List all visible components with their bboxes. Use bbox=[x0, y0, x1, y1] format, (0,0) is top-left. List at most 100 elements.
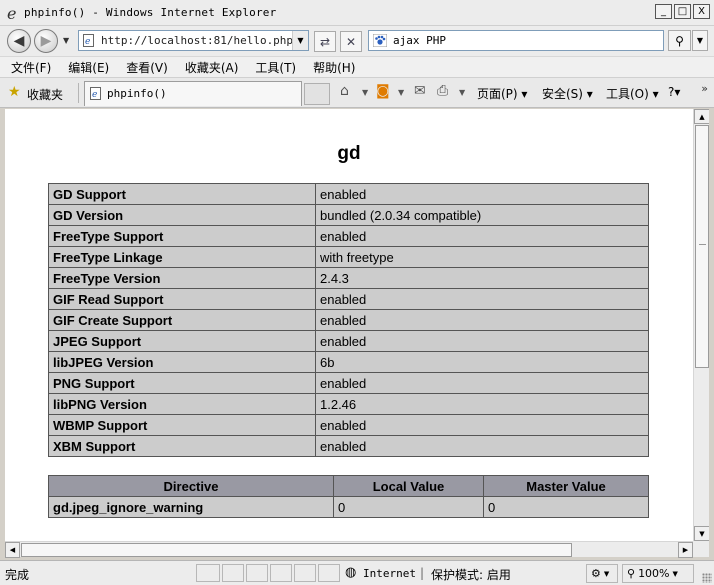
print-icon[interactable]: ⎙ bbox=[437, 84, 448, 98]
setting-value: enabled bbox=[315, 225, 649, 247]
resize-grip-icon[interactable] bbox=[702, 573, 712, 583]
table-row: GD Version bundled (2.0.34 compatible) bbox=[48, 204, 649, 226]
menu-help[interactable]: 帮助(H) bbox=[313, 59, 355, 76]
scroll-up-icon[interactable]: ▲ bbox=[694, 109, 710, 124]
add-ons-icon: ⚙ bbox=[591, 567, 601, 580]
address-url[interactable]: http://localhost:81/hello.php bbox=[101, 34, 293, 47]
safety-menu-button[interactable]: 安全(S) ▾ bbox=[542, 85, 593, 102]
menu-file[interactable]: 文件(F) bbox=[11, 59, 51, 76]
tools-menu-button[interactable]: 工具(O) ▾ bbox=[606, 85, 659, 102]
table-row: GIF Create Support enabled bbox=[48, 309, 649, 331]
setting-name: GD Version bbox=[48, 204, 316, 226]
setting-name: libPNG Version bbox=[48, 393, 316, 415]
setting-value: enabled bbox=[315, 288, 649, 310]
table-row: libPNG Version 1.2.46 bbox=[48, 393, 649, 415]
status-panel bbox=[246, 564, 268, 582]
feed-dropdown-icon[interactable]: ▼ bbox=[398, 89, 404, 97]
setting-name: WBMP Support bbox=[48, 414, 316, 436]
horizontal-scrollbar[interactable]: ◀ ▶ bbox=[5, 541, 693, 558]
zoom-dropdown-icon: ▼ bbox=[672, 569, 678, 578]
search-input[interactable]: ajax PHP bbox=[393, 34, 446, 47]
zoom-magnifier-icon: ⚲ bbox=[627, 567, 636, 580]
local-value: 0 bbox=[333, 496, 484, 518]
maximize-button[interactable]: □ bbox=[674, 4, 691, 19]
page-icon: e bbox=[90, 87, 101, 100]
scroll-left-icon[interactable]: ◀ bbox=[5, 542, 20, 558]
add-ons-button[interactable]: ⚙ ▼ bbox=[586, 564, 618, 583]
setting-value: 2.4.3 bbox=[315, 267, 649, 289]
status-panel bbox=[196, 564, 220, 582]
print-dropdown-icon[interactable]: ▼ bbox=[459, 89, 465, 97]
table-row: PNG Support enabled bbox=[48, 372, 649, 394]
favorites-star-icon[interactable]: ★ bbox=[8, 85, 21, 99]
scroll-down-icon[interactable]: ▼ bbox=[694, 526, 710, 541]
status-text: 完成 bbox=[5, 568, 30, 582]
window-frame bbox=[709, 108, 714, 560]
forward-button[interactable]: ▶ bbox=[34, 29, 58, 53]
setting-name: libJPEG Version bbox=[48, 351, 316, 373]
setting-name: FreeType Support bbox=[48, 225, 316, 247]
protected-mode[interactable]: 保护模式: 启用 bbox=[431, 566, 511, 583]
search-field[interactable]: ajax PHP bbox=[368, 30, 664, 51]
page-title: gd bbox=[337, 143, 361, 164]
home-icon[interactable]: ⌂ bbox=[340, 84, 349, 98]
directive-table: Directive Local Value Master Value gd.jp… bbox=[48, 475, 649, 518]
status-panel bbox=[222, 564, 244, 582]
zoom-button[interactable]: ⚲ 100% ▼ bbox=[622, 564, 694, 583]
page-icon: e bbox=[83, 34, 94, 47]
setting-value: with freetype bbox=[315, 246, 649, 268]
stop-icon: ✕ bbox=[345, 34, 357, 49]
horizontal-scroll-thumb[interactable] bbox=[21, 543, 572, 557]
close-button[interactable]: X bbox=[693, 4, 710, 19]
address-dropdown-icon[interactable]: ▼ bbox=[292, 31, 308, 50]
address-toolbar: ◀ ▶ ▼ e http://localhost:81/hello.php ▼ … bbox=[0, 26, 714, 56]
table-row: FreeType Version 2.4.3 bbox=[48, 267, 649, 289]
svg-text:e: e bbox=[85, 37, 90, 47]
menu-tools[interactable]: 工具(T) bbox=[255, 59, 296, 76]
menu-view[interactable]: 查看(V) bbox=[126, 59, 168, 76]
refresh-button[interactable]: ⇄ bbox=[314, 31, 336, 52]
setting-name: FreeType Version bbox=[48, 267, 316, 289]
scroll-right-icon[interactable]: ▶ bbox=[678, 542, 693, 558]
back-button[interactable]: ◀ bbox=[7, 29, 31, 53]
setting-value: enabled bbox=[315, 414, 649, 436]
address-field[interactable]: e http://localhost:81/hello.php ▼ bbox=[78, 30, 309, 51]
help-menu-button[interactable]: ?▾ bbox=[668, 85, 680, 99]
menu-edit[interactable]: 编辑(E) bbox=[68, 59, 109, 76]
status-panel bbox=[294, 564, 316, 582]
mail-icon[interactable]: ✉ bbox=[414, 84, 426, 98]
status-panel bbox=[270, 564, 292, 582]
table-header-row: Directive Local Value Master Value bbox=[48, 475, 649, 497]
tab-phpinfo[interactable]: e phpinfo() bbox=[84, 81, 302, 106]
status-bar: 完成 ◍ Internet | 保护模式: 启用 ⚙ ▼ ⚲ 100% ▼ bbox=[0, 560, 714, 585]
security-zone[interactable]: Internet bbox=[363, 567, 416, 580]
setting-value: 1.2.46 bbox=[315, 393, 649, 415]
setting-value: enabled bbox=[315, 330, 649, 352]
menu-favorites[interactable]: 收藏夹(A) bbox=[185, 59, 239, 76]
search-button[interactable]: ⚲ bbox=[668, 30, 691, 51]
tab-title: phpinfo() bbox=[107, 87, 167, 100]
home-dropdown-icon[interactable]: ▼ bbox=[362, 89, 368, 97]
minimize-button[interactable]: _ bbox=[655, 4, 672, 19]
history-dropdown-icon[interactable]: ▼ bbox=[63, 36, 69, 45]
svg-text:e: e bbox=[92, 90, 97, 100]
page-menu-button[interactable]: 页面(P) ▾ bbox=[477, 85, 527, 102]
vertical-scrollbar[interactable]: ▲ ▼ bbox=[693, 109, 710, 541]
status-separator: | bbox=[420, 566, 425, 580]
page-content: gd GD Support enabled GD Version bundled (2… bbox=[5, 109, 693, 541]
new-tab-button[interactable] bbox=[304, 83, 330, 105]
table-row: FreeType Support enabled bbox=[48, 225, 649, 247]
table-row: libJPEG Version 6b bbox=[48, 351, 649, 373]
vertical-scroll-thumb[interactable] bbox=[695, 125, 709, 368]
zoom-level: 100% bbox=[638, 567, 670, 580]
table-row: WBMP Support enabled bbox=[48, 414, 649, 436]
more-commands-icon[interactable]: » bbox=[701, 82, 708, 95]
magnifier-icon: ⚲ bbox=[675, 33, 684, 48]
search-provider-icon bbox=[373, 34, 387, 47]
search-options-icon[interactable]: ▼ bbox=[692, 30, 708, 51]
favorites-button[interactable]: 收藏夹 bbox=[27, 86, 63, 103]
rss-feed-icon[interactable]: ◙ bbox=[376, 84, 390, 98]
setting-name: XBM Support bbox=[48, 435, 316, 457]
stop-button[interactable]: ✕ bbox=[340, 31, 362, 52]
globe-icon: ◍ bbox=[345, 565, 357, 580]
